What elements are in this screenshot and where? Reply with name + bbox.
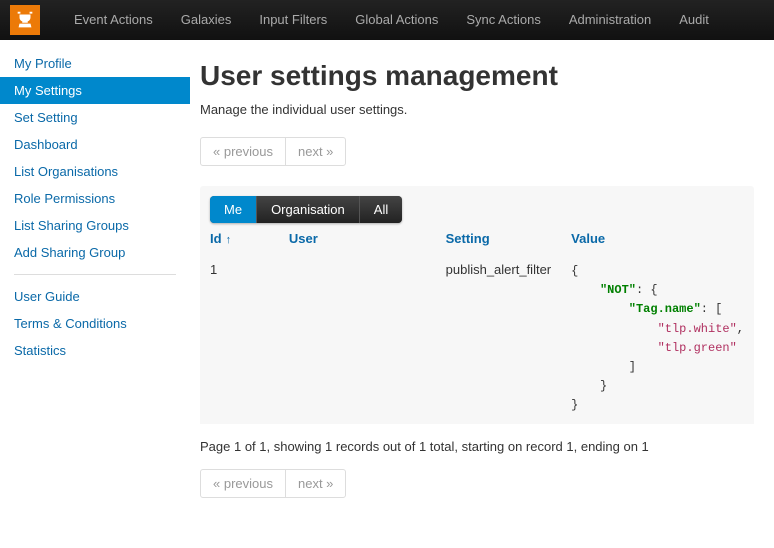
- crest-icon: [14, 9, 36, 31]
- sidebar-group-main: My ProfileMy SettingsSet SettingDashboar…: [0, 50, 190, 266]
- table-row: 1 publish_alert_filter{ "NOT": { "Tag.nam…: [200, 254, 754, 424]
- topnav-item[interactable]: Sync Actions: [452, 0, 554, 40]
- scope-tab-all[interactable]: All: [359, 196, 402, 223]
- topnav-item[interactable]: Global Actions: [341, 0, 452, 40]
- sidebar-item[interactable]: User Guide: [0, 283, 190, 310]
- topnav-item[interactable]: Input Filters: [245, 0, 341, 40]
- main-content: User settings management Manage the indi…: [190, 40, 774, 548]
- cell-id: 1: [200, 254, 279, 424]
- cell-user: [279, 254, 436, 424]
- app-logo[interactable]: [10, 5, 40, 35]
- cell-setting: publish_alert_filter: [436, 254, 562, 424]
- topnav-item[interactable]: Galaxies: [167, 0, 246, 40]
- scope-tabs: Me Organisation All: [210, 196, 402, 223]
- pager-bottom: « previous next »: [200, 469, 346, 498]
- top-nav: Event ActionsGalaxiesInput FiltersGlobal…: [0, 0, 774, 40]
- page-title: User settings management: [200, 60, 754, 92]
- col-value[interactable]: Value: [561, 223, 754, 254]
- sidebar-item[interactable]: My Settings: [0, 77, 190, 104]
- sidebar-item[interactable]: My Profile: [0, 50, 190, 77]
- sidebar-item[interactable]: Terms & Conditions: [0, 310, 190, 337]
- pager-top: « previous next »: [200, 137, 346, 166]
- cell-value: { "NOT": { "Tag.name": [ "tlp.white", "t…: [561, 254, 754, 424]
- scope-tab-organisation[interactable]: Organisation: [256, 196, 359, 223]
- sidebar-item[interactable]: Dashboard: [0, 131, 190, 158]
- sidebar-item[interactable]: List Sharing Groups: [0, 212, 190, 239]
- sidebar-item[interactable]: Statistics: [0, 337, 190, 364]
- json-value: { "NOT": { "Tag.name": [ "tlp.white", "t…: [571, 262, 744, 416]
- sidebar-group-help: User GuideTerms & ConditionsStatistics: [0, 283, 190, 364]
- sidebar-item[interactable]: Role Permissions: [0, 185, 190, 212]
- pager-next[interactable]: next »: [285, 138, 345, 165]
- col-user[interactable]: User: [279, 223, 436, 254]
- sidebar: My ProfileMy SettingsSet SettingDashboar…: [0, 40, 190, 548]
- pager-prev[interactable]: « previous: [201, 470, 285, 497]
- col-id-label: Id: [210, 231, 222, 246]
- col-id[interactable]: Id ↑: [200, 223, 279, 254]
- sort-asc-icon: ↑: [226, 234, 232, 246]
- settings-table: Id ↑ User Setting Value 1 publish_alert_fi…: [200, 223, 754, 424]
- topnav-item[interactable]: Event Actions: [60, 0, 167, 40]
- topnav-item[interactable]: Audit: [665, 0, 723, 40]
- pager-prev[interactable]: « previous: [201, 138, 285, 165]
- topnav-item[interactable]: Administration: [555, 0, 665, 40]
- page-subtitle: Manage the individual user settings.: [200, 102, 754, 117]
- sidebar-item[interactable]: Set Setting: [0, 104, 190, 131]
- sidebar-item[interactable]: List Organisations: [0, 158, 190, 185]
- pagination-summary: Page 1 of 1, showing 1 records out of 1 …: [200, 439, 754, 454]
- sidebar-item[interactable]: Add Sharing Group: [0, 239, 190, 266]
- sidebar-divider: [14, 274, 176, 275]
- pager-next[interactable]: next »: [285, 470, 345, 497]
- scope-tab-me[interactable]: Me: [210, 196, 256, 223]
- col-setting[interactable]: Setting: [436, 223, 562, 254]
